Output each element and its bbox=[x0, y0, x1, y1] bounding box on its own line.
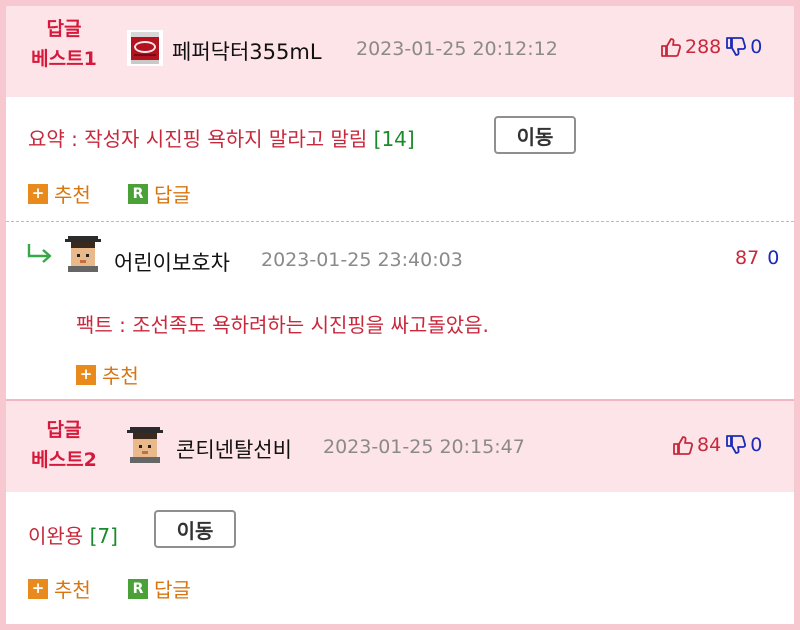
reply-count: [7] bbox=[89, 524, 118, 548]
thumbs-down-icon[interactable] bbox=[725, 434, 747, 456]
reply-button[interactable]: R 답글 bbox=[128, 179, 191, 208]
dr-pepper-can-icon[interactable] bbox=[127, 30, 163, 66]
upvote-count: 84 bbox=[697, 434, 722, 456]
comment-date: 2023-01-25 20:15:47 bbox=[323, 436, 525, 458]
downvote-count: 0 bbox=[767, 247, 780, 269]
comment-text: 요약 : 작성자 시진핑 욕하지 말라고 말림 [14] bbox=[28, 127, 415, 151]
pixel-graduate-icon[interactable] bbox=[127, 427, 163, 463]
comment-author[interactable]: 페퍼닥터355mL bbox=[172, 36, 322, 66]
downvote-count: 0 bbox=[750, 434, 763, 456]
thumbs-down-icon[interactable] bbox=[725, 36, 747, 58]
comment-author[interactable]: 콘티넨탈선비 bbox=[176, 434, 292, 464]
vote-counts: 87 0 bbox=[735, 247, 779, 269]
recommend-button[interactable]: + 추천 bbox=[28, 179, 91, 208]
comment-text: 이완용 [7] bbox=[28, 524, 118, 548]
upvote-count: 288 bbox=[685, 36, 722, 58]
vote-counts: 84 0 bbox=[672, 434, 762, 456]
plus-icon: + bbox=[28, 183, 48, 204]
reply-r-icon: R bbox=[128, 183, 148, 204]
best-comment-header: 답글 베스트2 콘티넨탈선비 2023-01-25 20:15:47 84 0 bbox=[6, 401, 794, 492]
best-comment-header: 답글 베스트1 페퍼닥터355mL 2023-01-25 20:12:12 28… bbox=[6, 6, 794, 97]
upvote-count: 87 bbox=[735, 247, 760, 269]
best-label: 답글 베스트1 bbox=[31, 18, 97, 70]
reply-arrow-icon bbox=[26, 242, 56, 270]
reply-r-icon: R bbox=[128, 578, 148, 599]
move-button[interactable]: 이동 bbox=[154, 510, 236, 548]
divider bbox=[6, 221, 794, 222]
vote-counts: 288 0 bbox=[660, 36, 762, 58]
comment-text: 팩트 : 조선족도 욕하려하는 시진핑을 싸고돌았음. bbox=[76, 313, 489, 337]
reply-count: [14] bbox=[373, 127, 415, 151]
move-button[interactable]: 이동 bbox=[494, 116, 576, 154]
recommend-button[interactable]: + 추천 bbox=[28, 574, 91, 603]
comment-date: 2023-01-25 23:40:03 bbox=[261, 249, 463, 271]
plus-icon: + bbox=[76, 364, 96, 385]
thumbs-up-icon[interactable] bbox=[672, 434, 694, 456]
comment-author[interactable]: 어린이보호차 bbox=[114, 247, 230, 277]
downvote-count: 0 bbox=[750, 36, 763, 58]
plus-icon: + bbox=[28, 578, 48, 599]
reply-button[interactable]: R 답글 bbox=[128, 574, 191, 603]
comment-date: 2023-01-25 20:12:12 bbox=[356, 38, 558, 60]
best-label: 답글 베스트2 bbox=[31, 419, 97, 471]
thumbs-up-icon[interactable] bbox=[660, 36, 682, 58]
comment-list: 답글 베스트1 페퍼닥터355mL 2023-01-25 20:12:12 28… bbox=[6, 6, 794, 624]
pixel-graduate-icon[interactable] bbox=[65, 236, 101, 272]
recommend-button[interactable]: + 추천 bbox=[76, 360, 139, 389]
